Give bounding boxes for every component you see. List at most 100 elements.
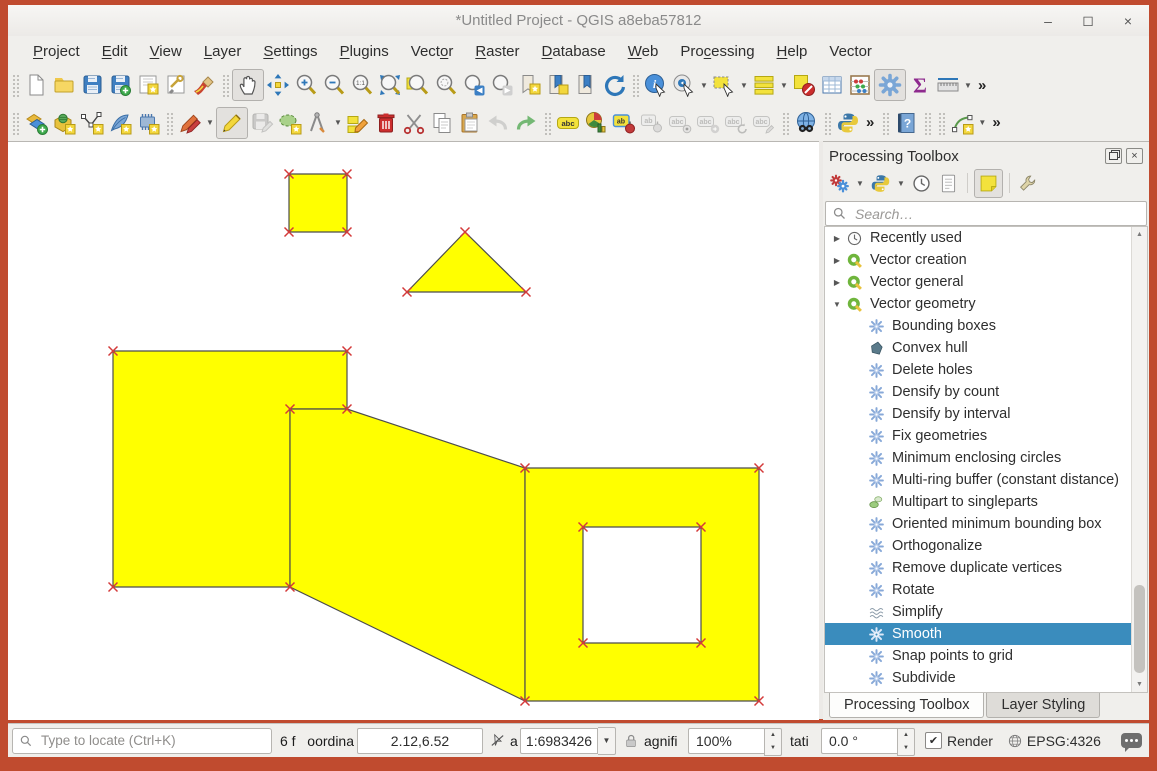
scale-combo[interactable]: 1:6983426 [520, 728, 598, 754]
new-bookmark-button[interactable] [516, 71, 544, 99]
digitize-toolbar-overflow-button[interactable]: » [988, 114, 1004, 131]
tree-item-rotate[interactable]: Rotate [825, 579, 1147, 601]
zoom-last-button[interactable] [460, 71, 488, 99]
identify-features-button[interactable] [642, 71, 670, 99]
magnifier-steppers[interactable]: ▲▼ [764, 728, 782, 756]
toolbar-overflow-button[interactable]: » [974, 77, 990, 94]
feature-triangle[interactable] [407, 232, 526, 292]
menu-database[interactable]: Database [531, 39, 617, 64]
measure-dropdown[interactable]: ▼ [962, 71, 974, 99]
cut-features-button[interactable] [400, 109, 428, 137]
new-project-button[interactable] [22, 71, 50, 99]
menu-project[interactable]: Project [22, 39, 91, 64]
tab-layer-styling[interactable]: Layer Styling [986, 693, 1100, 718]
menu-settings[interactable]: Settings [252, 39, 328, 64]
menu-edit[interactable]: Edit [91, 39, 139, 64]
digitize-curve-button[interactable] [948, 109, 976, 137]
toolbar-grip[interactable] [11, 111, 19, 135]
current-edits-button[interactable] [176, 109, 204, 137]
tree-item-simplify[interactable]: Simplify [825, 601, 1147, 623]
menu-raster[interactable]: Raster [464, 39, 530, 64]
attribute-table-button[interactable] [818, 71, 846, 99]
expand-icon[interactable]: ▶ [831, 278, 843, 287]
tree-item-remove-duplicate-vertices[interactable]: Remove duplicate vertices [825, 557, 1147, 579]
panel-close-button[interactable]: × [1126, 148, 1143, 164]
style-manager-button[interactable] [190, 71, 218, 99]
zoom-to-selection-button[interactable] [432, 71, 460, 99]
tree-item-bounding-boxes[interactable]: Bounding boxes [825, 315, 1147, 337]
rotation-value[interactable]: 0.0 ° [821, 728, 897, 754]
run-feature-action-button[interactable] [670, 71, 698, 99]
redo-button[interactable] [512, 109, 540, 137]
scroll-down-icon[interactable]: ▼ [1132, 677, 1147, 692]
new-print-layout-button[interactable] [134, 71, 162, 99]
change-label-button[interactable] [750, 109, 778, 137]
highlight-pinned-labels-button[interactable] [638, 109, 666, 137]
toolbar-grip[interactable] [11, 73, 19, 97]
history-button[interactable] [909, 171, 934, 196]
undo-button[interactable] [484, 109, 512, 137]
tree-item-multi-ring-buffer[interactable]: Multi-ring buffer (constant distance) [825, 469, 1147, 491]
tree-item-densify-by-count[interactable]: Densify by count [825, 381, 1147, 403]
delete-selected-button[interactable] [372, 109, 400, 137]
expand-icon[interactable]: ▶ [831, 256, 843, 265]
save-layer-edits-button[interactable] [248, 109, 276, 137]
select-features-button[interactable] [710, 71, 738, 99]
tree-item-oriented-minimum-bounding-box[interactable]: Oriented minimum bounding box [825, 513, 1147, 535]
label-toolbar-overflow-button[interactable]: » [862, 114, 878, 131]
save-project-as-button[interactable] [106, 71, 134, 99]
menu-web[interactable]: Web [617, 39, 670, 64]
current-edits-dropdown[interactable]: ▼ [204, 109, 216, 137]
tree-group-recently-used[interactable]: ▶Recently used [825, 227, 1147, 249]
pan-map-button[interactable] [232, 69, 264, 101]
toolbar-grip[interactable] [823, 111, 831, 135]
lock-scale-icon[interactable] [623, 733, 639, 749]
data-source-manager-button[interactable] [22, 109, 50, 137]
zoom-full-button[interactable] [376, 71, 404, 99]
menu-plugins[interactable]: Plugins [329, 39, 400, 64]
copy-features-button[interactable] [428, 109, 456, 137]
magnifier-value[interactable]: 100% [688, 728, 764, 754]
show-bookmarks-button[interactable] [544, 71, 572, 99]
new-shapefile-layer-button[interactable] [78, 109, 106, 137]
edit-features-in-place-button[interactable] [974, 169, 1003, 198]
crs-label[interactable]: EPSG:4326 [1027, 733, 1101, 749]
metasearch-button[interactable] [792, 109, 820, 137]
bookmark-manager-button[interactable] [572, 71, 600, 99]
toolbar-grip[interactable] [165, 111, 173, 135]
coordinate-input[interactable]: 2.12,6.52 [357, 728, 483, 754]
digitize-with-shape-button[interactable] [276, 109, 304, 137]
scale-dropdown[interactable]: ▼ [598, 727, 616, 755]
rotate-label-button[interactable] [722, 109, 750, 137]
menu-view[interactable]: View [139, 39, 193, 64]
messages-icon[interactable] [1121, 733, 1142, 748]
pin-labels-button[interactable] [610, 109, 638, 137]
menu-processing[interactable]: Processing [669, 39, 765, 64]
zoom-out-button[interactable] [320, 71, 348, 99]
advanced-digitizing-button[interactable] [304, 109, 332, 137]
tree-item-convex-hull[interactable]: Convex hull [825, 337, 1147, 359]
new-spatialite-layer-button[interactable] [106, 109, 134, 137]
run-feature-action-dropdown[interactable]: ▼ [698, 71, 710, 99]
rotation-steppers[interactable]: ▲▼ [897, 728, 915, 756]
open-project-button[interactable] [50, 71, 78, 99]
new-virtual-layer-button[interactable] [134, 109, 162, 137]
python-console-button[interactable] [834, 109, 862, 137]
tree-item-densify-by-interval[interactable]: Densify by interval [825, 403, 1147, 425]
scrollbar-thumb[interactable] [1134, 585, 1145, 673]
zoom-next-button[interactable] [488, 71, 516, 99]
toolbar-grip[interactable] [923, 111, 931, 135]
modify-attributes-button[interactable] [344, 109, 372, 137]
menu-layer[interactable]: Layer [193, 39, 253, 64]
refresh-button[interactable] [600, 71, 628, 99]
tree-item-multipart-to-singleparts[interactable]: Multipart to singleparts [825, 491, 1147, 513]
panel-float-button[interactable] [1105, 148, 1122, 164]
extent-tracking-icon[interactable] [489, 732, 506, 749]
advanced-digitizing-dropdown[interactable]: ▼ [332, 109, 344, 137]
menu-help[interactable]: Help [766, 39, 819, 64]
new-geopackage-layer-button[interactable] [50, 109, 78, 137]
models-button[interactable] [827, 171, 852, 196]
models-dropdown[interactable]: ▼ [854, 169, 866, 197]
deselect-all-button[interactable] [790, 71, 818, 99]
tree-group-vector-creation[interactable]: ▶Vector creation [825, 249, 1147, 271]
